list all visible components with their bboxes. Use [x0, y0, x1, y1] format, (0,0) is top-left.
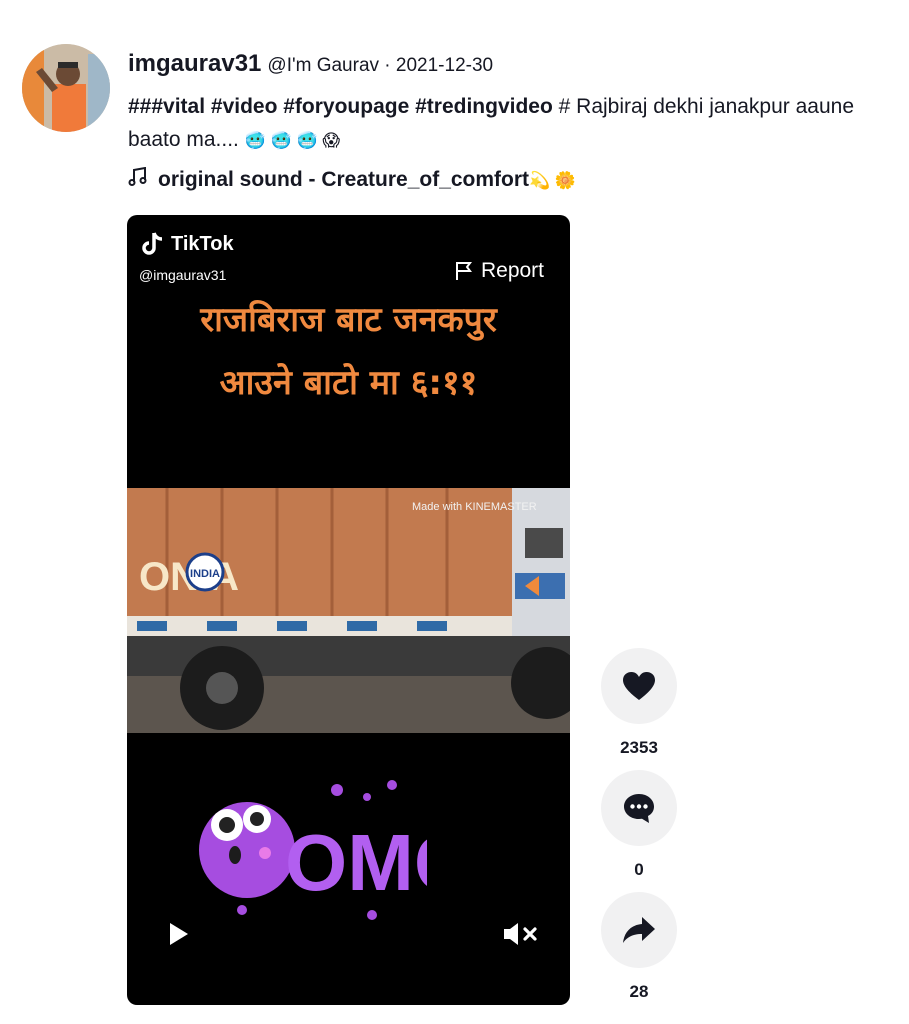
video-player[interactable]: TikTok @imgaurav31 Report राजबिराज बाट ज… [127, 215, 570, 1005]
post-caption: ###vital #video #foryoupage #tredingvide… [128, 90, 898, 157]
music-note-icon [128, 166, 148, 193]
post-date: 2021-12-30 [395, 55, 494, 76]
comment-icon [624, 794, 654, 823]
music-title: original sound - Creature_of_comfort💫 🌼 [158, 168, 576, 192]
music-name: original sound - Creature_of_comfort [158, 168, 530, 191]
author-nickname[interactable]: @I'm Gaurav · 2021-12-30 [267, 55, 493, 77]
avatar[interactable] [22, 44, 110, 132]
volume-muted-icon [504, 923, 537, 945]
watermark-handle: @imgaurav31 [139, 267, 227, 283]
overlay-text-line2: आउने बाटो मा ६:११ [219, 363, 478, 403]
share-count: 28 [629, 982, 649, 1001]
play-button[interactable] [167, 921, 191, 952]
separator: · [379, 55, 396, 76]
caption-hashtags[interactable]: ###vital #video #foryoupage #tredingvide… [128, 95, 553, 118]
comment-count: 0 [634, 860, 644, 879]
like-action: 2353 [600, 648, 678, 770]
comment-button[interactable] [601, 770, 677, 846]
nickname-text: @I'm Gaurav [267, 55, 380, 76]
share-arrow-icon [623, 917, 655, 943]
author-row: imgaurav31 @I'm Gaurav · 2021-12-30 [128, 50, 899, 84]
omg-sticker: OMG [199, 780, 427, 920]
share-button[interactable] [601, 892, 677, 968]
comment-action: 0 [600, 770, 678, 892]
caption-emojis: 🥶 🥶 🥶 😱 [244, 131, 341, 150]
report-button[interactable]: Report [455, 259, 544, 283]
truck-badge: INDIA [190, 568, 220, 580]
video-frame-truck: ONIA INDIA Made with KINEMASTER [127, 488, 570, 733]
like-button[interactable] [601, 648, 677, 724]
overlay-text-line1: राजबिराज बाट जनकपुर [200, 300, 497, 340]
heart-icon [623, 672, 655, 700]
sticker-text: OMG [285, 818, 427, 907]
tiktok-logo-icon [142, 232, 163, 255]
tiktok-watermark: TikTok [141, 231, 234, 257]
share-action: 28 [600, 892, 678, 1014]
tiktok-brand: TikTok [171, 232, 234, 255]
like-count: 2353 [620, 738, 658, 757]
music-link[interactable]: original sound - Creature_of_comfort💫 🌼 [128, 166, 899, 193]
post-header: imgaurav31 @I'm Gaurav · 2021-12-30 ###v… [128, 50, 899, 193]
author-username[interactable]: imgaurav31 [128, 50, 261, 78]
avatar-image [22, 44, 110, 132]
flag-icon [455, 262, 472, 280]
report-label: Report [480, 259, 544, 282]
music-emojis: 💫 🌼 [529, 171, 577, 190]
play-icon [170, 923, 188, 945]
kinemaster-watermark: Made with KINEMASTER [412, 501, 537, 513]
mute-button[interactable] [502, 921, 540, 952]
action-bar: 2353 0 28 [600, 648, 678, 1014]
